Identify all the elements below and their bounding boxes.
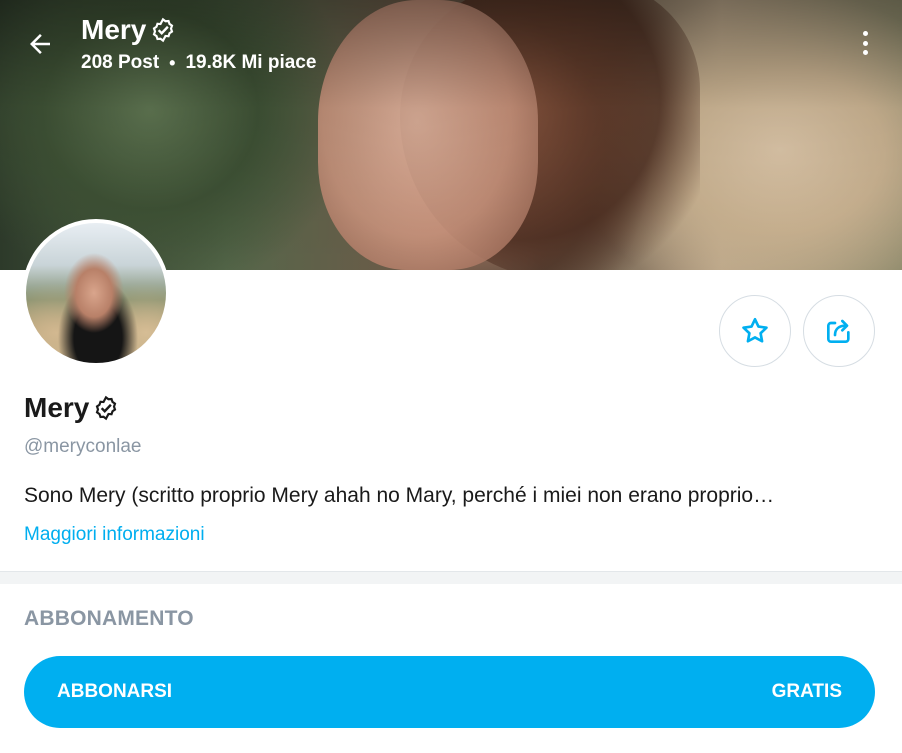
subscribe-button[interactable]: ABBONARSI GRATIS [24, 656, 875, 728]
favorite-button[interactable] [719, 295, 791, 367]
profile-handle: @meryconlae [24, 436, 142, 457]
verified-badge-icon [153, 17, 174, 43]
subscribe-price-label: GRATIS [771, 681, 842, 702]
header-name-text: Mery [81, 14, 147, 45]
subscribe-button-label: ABBONARSI [57, 681, 173, 702]
likes-count: 19.8K Mi piace [185, 52, 317, 73]
section-divider [0, 571, 902, 584]
verified-badge-icon [96, 395, 117, 421]
more-info-link[interactable]: Maggiori informazioni [24, 524, 205, 546]
profile-header: Mery 208 Post • 19.8K Mi piace [0, 0, 902, 90]
more-options-button[interactable] [852, 28, 878, 58]
arrow-left-icon [30, 34, 50, 54]
avatar[interactable] [22, 219, 170, 367]
profile-bio: Sono Mery (scritto proprio Mery ahah no … [24, 484, 775, 507]
stats-separator: • [169, 52, 176, 73]
posts-count: 208 Post [81, 52, 160, 73]
share-button[interactable] [803, 295, 875, 367]
header-title: Mery [81, 14, 176, 46]
more-vertical-icon [862, 31, 868, 36]
subscription-section-title: ABBONAMENTO [24, 607, 194, 630]
profile-name: Mery [24, 392, 119, 424]
star-icon [742, 317, 768, 343]
share-icon [827, 319, 850, 343]
back-button[interactable] [22, 26, 58, 62]
profile-name-text: Mery [24, 392, 90, 423]
header-stats: 208 Post • 19.8K Mi piace [81, 52, 316, 74]
